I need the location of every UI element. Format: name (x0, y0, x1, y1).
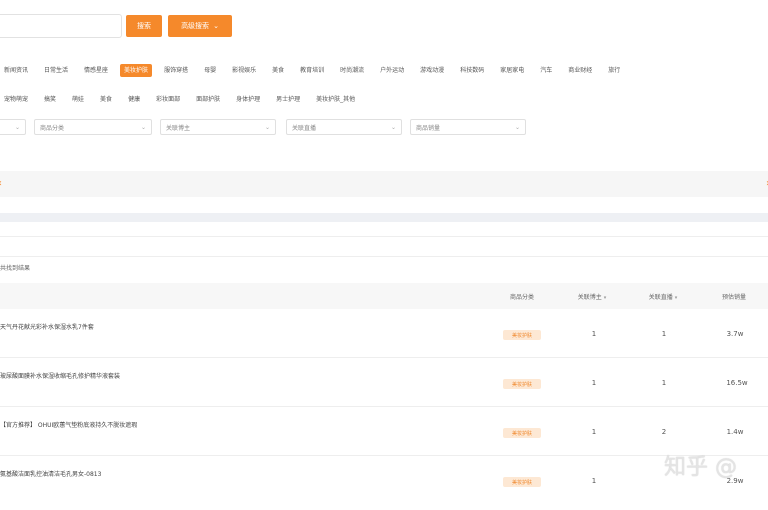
category-tag[interactable]: 宠物萌宠 (0, 93, 32, 106)
category-tag[interactable]: 家居家电 (496, 64, 528, 77)
sort-icon[interactable]: ▾ (675, 295, 678, 301)
category-tag[interactable]: 科技数码 (456, 64, 488, 77)
advanced-search-button[interactable]: 高级搜索 ⌄ (168, 15, 232, 37)
category-tag[interactable]: 搞笑 (40, 93, 60, 106)
column-header-label: 关联博主 (577, 294, 602, 301)
column-header-bloggers[interactable]: 关联博主 ▾ (578, 292, 606, 301)
category-tag[interactable]: 影视娱乐 (228, 64, 260, 77)
bloggers-count: 1 (591, 477, 597, 485)
table-header: 商品分类 关联博主 ▾ 关联直播 ▾ 预估销量 (0, 283, 768, 309)
column-header-live[interactable]: 关联直播 ▾ (649, 292, 677, 301)
results-label: 共找到结果 (0, 265, 31, 272)
chevron-down-icon: ⌄ (514, 123, 520, 131)
category-tag[interactable]: 美妆护肤 (120, 63, 153, 77)
advanced-search-label: 高级搜索 (181, 22, 210, 30)
category-tag[interactable]: 户外运动 (376, 64, 408, 77)
category-tag[interactable]: 美食 (96, 93, 116, 106)
search-bar: 搜索 高级搜索 ⌄ (0, 14, 768, 38)
filter-select-label: 商品销量 (416, 124, 441, 132)
category-tag[interactable]: 彩妆面部 (152, 93, 184, 106)
category-tag[interactable]: 日常生活 (40, 64, 72, 77)
table-row[interactable]: 【官方推荐】 OHUI欧蕙气垫粉底液持久不脱妆遮瑕 美妆护肤 1 2 1.4w (0, 407, 768, 456)
live-count: 1 (661, 330, 667, 338)
filter-select-first[interactable]: ⌄ (0, 119, 26, 135)
chevron-down-icon: ⌄ (390, 123, 396, 131)
category-tag[interactable]: 母婴 (200, 64, 220, 77)
live-count: 2 (661, 428, 667, 436)
filter-select-sales[interactable]: 商品销量 ⌄ (410, 119, 526, 135)
chevron-left-icon[interactable]: ‹ (0, 178, 2, 189)
category-tag[interactable]: 旅行 (604, 64, 624, 77)
search-button[interactable]: 搜索 (126, 15, 162, 37)
filter-select-bloggers[interactable]: 关联博主 ⌄ (160, 119, 276, 135)
category-tag[interactable]: 商业财经 (564, 64, 596, 77)
category-tag[interactable]: 身体护理 (232, 93, 264, 106)
product-title[interactable]: 玻尿酸面膜补水保湿收缩毛孔修护精华液套装 (0, 371, 120, 380)
product-title[interactable]: 天气丹花献光彩补水保湿水乳7件套 (0, 322, 94, 331)
section-divider (0, 213, 768, 222)
banner-strip: ‹ › (0, 171, 768, 197)
filter-select-live[interactable]: 关联直播 ⌄ (286, 119, 402, 135)
category-tag[interactable]: 面部护肤 (192, 93, 224, 106)
chevron-down-icon: ⌄ (140, 123, 146, 131)
watermark: 知乎 @ (664, 455, 737, 480)
bloggers-count: 1 (591, 330, 597, 338)
chevron-down-icon: ⌄ (14, 123, 20, 131)
product-title[interactable]: 氨基酸洁面乳控油清洁毛孔男女-0813 (0, 469, 101, 478)
divider-line (0, 256, 768, 257)
table-row[interactable]: 天气丹花献光彩补水保湿水乳7件套 美妆护肤 1 1 3.7w (0, 309, 768, 358)
category-tag[interactable]: 情感星座 (80, 64, 112, 77)
column-header-label: 关联直播 (648, 294, 673, 301)
column-header-label: 商品分类 (509, 294, 535, 301)
category-tag[interactable]: 美食 (268, 64, 288, 77)
search-button-label: 搜索 (137, 22, 151, 30)
column-header-category: 商品分类 (510, 292, 534, 301)
bloggers-count: 1 (591, 428, 597, 436)
category-tag[interactable]: 游戏动漫 (416, 64, 448, 77)
category-tag[interactable]: 男士护理 (272, 93, 304, 106)
sales-value: 1.4w (726, 428, 744, 436)
column-header-label: 预估销量 (721, 294, 747, 301)
chevron-down-icon: ⌄ (213, 21, 219, 30)
chevron-down-icon: ⌄ (264, 123, 270, 131)
category-tag[interactable]: 教育培训 (296, 64, 328, 77)
category-badge: 美妆护肤 (503, 330, 541, 340)
column-header-sales[interactable]: 预估销量 (722, 292, 746, 301)
filter-select-category[interactable]: 商品分类 ⌄ (34, 119, 152, 135)
filter-select-label: 关联博主 (166, 124, 191, 132)
category-row-primary: 新闻资讯 日常生活 情感星座 美妆护肤 服饰穿搭 母婴 影视娱乐 美食 教育培训 时尚潮流 户外运动… (0, 63, 632, 77)
category-tag[interactable]: 新闻资讯 (0, 64, 32, 77)
sales-value: 3.7w (726, 330, 744, 338)
table-row[interactable]: 玻尿酸面膜补水保湿收缩毛孔修护精华液套装 美妆护肤 1 1 16.5w (0, 358, 768, 407)
category-badge: 美妆护肤 (503, 428, 541, 438)
category-tag[interactable]: 汽车 (536, 64, 556, 77)
divider-line (0, 236, 768, 237)
category-tag[interactable]: 美妆护肤_其他 (312, 93, 359, 106)
category-row-secondary: 宠物萌宠 搞笑 萌娃 美食 健康 彩妆面部 面部护肤 身体护理 男士护理 美妆护肤_其他 (0, 92, 367, 106)
category-tag[interactable]: 萌娃 (68, 93, 88, 106)
filter-select-label: 关联直播 (292, 124, 317, 132)
category-tag[interactable]: 服饰穿搭 (160, 64, 192, 77)
filter-select-label: 商品分类 (40, 124, 65, 132)
search-input[interactable] (0, 14, 122, 38)
sort-icon[interactable]: ▾ (604, 295, 607, 301)
category-badge: 美妆护肤 (503, 379, 541, 389)
table-row[interactable]: 氨基酸洁面乳控油清洁毛孔男女-0813 美妆护肤 1 2.9w (0, 456, 768, 505)
live-count: 1 (661, 379, 667, 387)
sales-value: 16.5w (726, 379, 748, 387)
category-badge: 美妆护肤 (503, 477, 541, 487)
category-tag[interactable]: 时尚潮流 (336, 64, 368, 77)
bloggers-count: 1 (591, 379, 597, 387)
category-tag[interactable]: 健康 (124, 93, 144, 106)
product-title[interactable]: 【官方推荐】 OHUI欧蕙气垫粉底液持久不脱妆遮瑕 (0, 420, 137, 429)
